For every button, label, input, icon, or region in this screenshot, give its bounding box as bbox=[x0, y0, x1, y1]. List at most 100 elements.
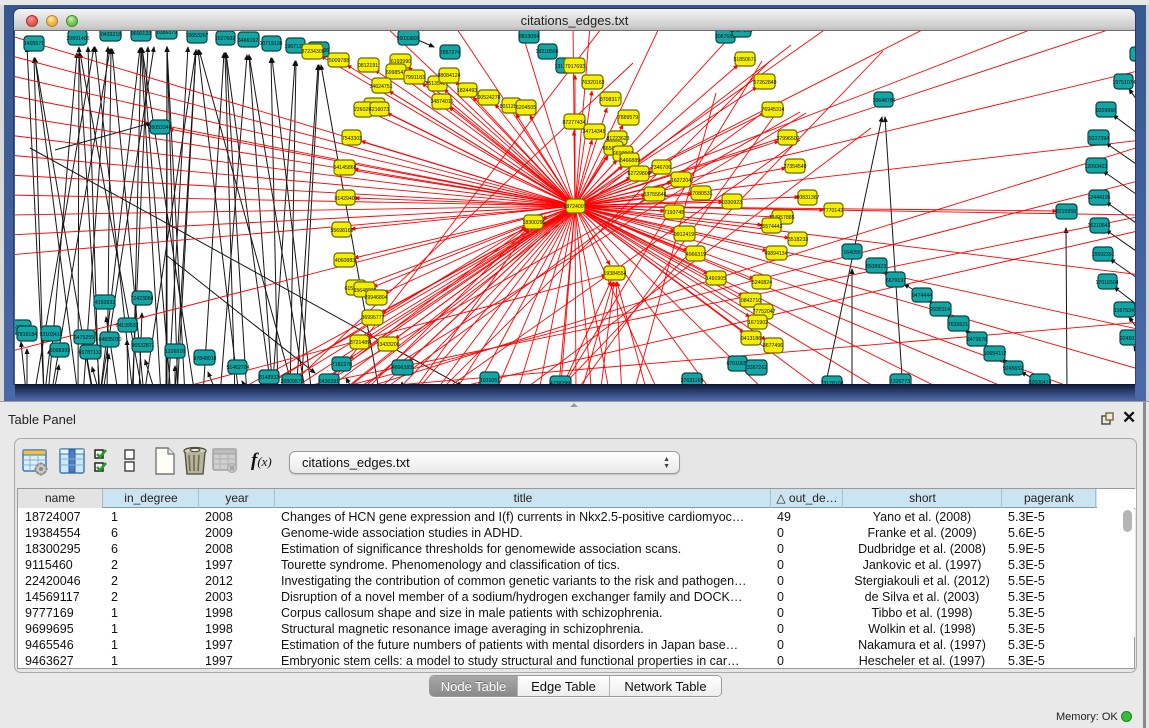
svg-text:85574443: 85574443 bbox=[759, 224, 782, 230]
svg-text:4216073: 4216073 bbox=[369, 107, 389, 113]
svg-text:9474444: 9474444 bbox=[912, 293, 932, 299]
svg-text:72423884: 72423884 bbox=[130, 296, 153, 302]
svg-text:97848018: 97848018 bbox=[193, 356, 216, 362]
svg-text:87234309: 87234309 bbox=[301, 49, 324, 55]
svg-text:96532871: 96532871 bbox=[131, 343, 154, 349]
svg-text:164095: 164095 bbox=[843, 250, 860, 256]
svg-text:8813054: 8813054 bbox=[519, 34, 539, 40]
svg-text:34874016: 34874016 bbox=[430, 99, 453, 105]
svg-text:0433218: 0433218 bbox=[101, 32, 121, 38]
svg-text:9912419: 9912419 bbox=[674, 232, 694, 238]
svg-text:65787133: 65787133 bbox=[78, 350, 101, 356]
svg-text:7182278: 7182278 bbox=[332, 362, 352, 368]
svg-text:1167534: 1167534 bbox=[1114, 308, 1134, 314]
svg-text:76320163: 76320163 bbox=[581, 80, 604, 86]
svg-text:18724007: 18724007 bbox=[563, 204, 586, 210]
svg-text:7889579: 7889579 bbox=[618, 115, 638, 121]
svg-text:19384554: 19384554 bbox=[603, 271, 626, 277]
svg-text:18300295: 18300295 bbox=[522, 220, 545, 226]
svg-text:29946804: 29946804 bbox=[364, 295, 387, 301]
svg-text:53755646: 53755646 bbox=[643, 192, 666, 198]
svg-text:4192832: 4192832 bbox=[95, 300, 115, 306]
svg-text:6204505: 6204505 bbox=[516, 105, 536, 111]
svg-text:02654235: 02654235 bbox=[729, 31, 752, 34]
svg-text:8386379: 8386379 bbox=[157, 31, 177, 36]
svg-text:6466162: 6466162 bbox=[238, 38, 258, 44]
svg-text:1405571: 1405571 bbox=[24, 41, 44, 47]
svg-text:12444195: 12444195 bbox=[1087, 195, 1110, 201]
svg-text:4896383: 4896383 bbox=[392, 365, 412, 371]
svg-text:8148932: 8148932 bbox=[259, 375, 279, 381]
svg-text:1527602: 1527602 bbox=[215, 36, 235, 42]
svg-text:1491905: 1491905 bbox=[706, 276, 726, 282]
svg-text:34624751: 34624751 bbox=[369, 84, 392, 90]
svg-text:3518233: 3518233 bbox=[788, 237, 808, 243]
svg-text:15751074: 15751074 bbox=[1112, 80, 1135, 86]
svg-text:1226916: 1226916 bbox=[165, 349, 185, 355]
svg-text:4966319: 4966319 bbox=[686, 252, 706, 258]
svg-text:76945314: 76945314 bbox=[761, 107, 784, 113]
svg-text:10719138: 10719138 bbox=[259, 41, 282, 47]
svg-text:7857274: 7857274 bbox=[440, 50, 460, 56]
svg-text:16648784: 16648784 bbox=[872, 98, 895, 104]
svg-text:8721489: 8721489 bbox=[350, 340, 370, 346]
svg-text:64139537: 64139537 bbox=[115, 323, 138, 329]
svg-text:77752047: 77752047 bbox=[752, 309, 775, 315]
svg-text:8938923: 8938923 bbox=[866, 264, 886, 270]
svg-text:64835030: 64835030 bbox=[98, 337, 121, 343]
svg-text:20691406: 20691406 bbox=[66, 36, 89, 42]
svg-text:7770143: 7770143 bbox=[823, 208, 843, 214]
svg-text:9413186: 9413186 bbox=[741, 336, 761, 342]
svg-text:9227394: 9227394 bbox=[1089, 136, 1109, 142]
svg-text:37996507: 37996507 bbox=[776, 136, 799, 142]
svg-text:1671902: 1671902 bbox=[748, 320, 768, 326]
svg-text:9600133: 9600133 bbox=[131, 31, 151, 37]
svg-text:10654112: 10654112 bbox=[984, 351, 1007, 357]
svg-text:51850671: 51850671 bbox=[733, 57, 756, 63]
svg-text:4060883: 4060883 bbox=[335, 258, 355, 264]
svg-text:57262849: 57262849 bbox=[753, 80, 776, 86]
svg-text:7816184: 7816184 bbox=[17, 332, 37, 338]
svg-text:15592391: 15592391 bbox=[1091, 252, 1114, 258]
svg-text:00524278: 00524278 bbox=[477, 95, 500, 101]
svg-text:1824493: 1824493 bbox=[457, 88, 477, 94]
svg-text:5240824: 5240824 bbox=[752, 280, 772, 286]
svg-text:17016504: 17016504 bbox=[1095, 280, 1118, 286]
svg-text:0842710: 0842710 bbox=[741, 298, 761, 304]
svg-text:0812191: 0812191 bbox=[358, 63, 378, 69]
svg-text:6475255: 6475255 bbox=[74, 335, 94, 341]
svg-text:0330923: 0330923 bbox=[722, 200, 742, 206]
svg-text:5466889: 5466889 bbox=[620, 158, 640, 164]
svg-text:7991183: 7991183 bbox=[405, 75, 425, 81]
svg-text:27354549: 27354549 bbox=[783, 164, 806, 170]
svg-text:19218506: 19218506 bbox=[535, 49, 558, 55]
svg-text:36995777: 36995777 bbox=[361, 315, 384, 321]
svg-text:9329966: 9329966 bbox=[1096, 108, 1116, 114]
svg-text:49894134: 49894134 bbox=[764, 251, 787, 257]
svg-text:17080531: 17080531 bbox=[689, 191, 712, 197]
svg-text:51462704: 51462704 bbox=[226, 365, 249, 371]
svg-text:10653267: 10653267 bbox=[185, 33, 208, 39]
svg-text:62729806: 62729806 bbox=[627, 171, 650, 177]
svg-text:01429401: 01429401 bbox=[334, 196, 357, 202]
svg-text:3387262: 3387262 bbox=[747, 365, 767, 371]
svg-text:2935114: 2935114 bbox=[930, 307, 950, 313]
svg-text:7193745: 7193745 bbox=[664, 210, 684, 216]
svg-text:5098393: 5098393 bbox=[50, 348, 70, 354]
svg-text:7917693: 7917693 bbox=[565, 64, 585, 70]
svg-text:6679197: 6679197 bbox=[886, 278, 906, 284]
svg-text:54145868: 54145868 bbox=[333, 165, 356, 171]
svg-text:8708317: 8708317 bbox=[600, 97, 620, 103]
svg-text:16210643: 16210643 bbox=[1087, 223, 1110, 229]
svg-text:8677496: 8677496 bbox=[763, 343, 783, 349]
svg-text:34714345: 34714345 bbox=[582, 129, 605, 135]
svg-text:55698169: 55698169 bbox=[330, 228, 353, 234]
svg-text:7543303: 7543303 bbox=[342, 136, 362, 142]
svg-text:93103413: 93103413 bbox=[39, 332, 62, 338]
svg-text:5009788: 5009788 bbox=[329, 58, 349, 64]
svg-text:12093422: 12093422 bbox=[1084, 164, 1107, 170]
svg-text:7632621: 7632621 bbox=[948, 322, 968, 328]
svg-text:13433200: 13433200 bbox=[376, 342, 399, 348]
svg-text:6998543: 6998543 bbox=[386, 70, 406, 76]
svg-text:1627204: 1627204 bbox=[671, 178, 691, 184]
